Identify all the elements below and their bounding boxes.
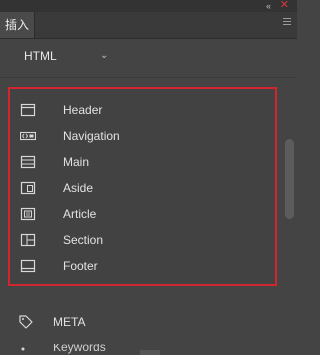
article-icon [20,207,36,221]
insert-item-navigation[interactable]: Navigation [20,123,270,149]
aside-icon [20,181,36,195]
insert-item-label: Header [63,103,103,117]
header-icon [20,103,36,117]
footer-icon [20,259,36,273]
chevron-down-icon: ⌄ [100,50,109,61]
insert-item-main[interactable]: Main [20,149,270,175]
insert-item-keywords[interactable]: Keywords [18,344,218,355]
insert-item-article[interactable]: Article [20,201,270,227]
insert-item-label: Section [63,233,104,247]
insert-item-label: Footer [63,259,98,273]
panel-menu-icon[interactable] [283,18,291,26]
insert-item-label: Article [63,207,97,221]
insert-item-label: Keywords [53,344,106,354]
insert-item-footer[interactable]: Footer [20,253,270,279]
collapse-panel-icon[interactable]: « [266,0,271,12]
keywords-icon [21,347,25,351]
insert-item-label: META [53,315,86,329]
tab-insert[interactable]: 插入 [0,12,35,38]
structure-elements-group: Header Navigation Main Aside Article Sec… [8,87,277,286]
insert-item-meta[interactable]: META [18,310,218,334]
section-icon [20,233,36,247]
insert-item-aside[interactable]: Aside [20,175,270,201]
panel-titlebar: « ✕ [0,0,297,12]
resize-grip[interactable] [140,350,160,355]
insert-item-label: Aside [63,181,94,195]
main-icon [20,155,36,169]
insert-item-label: Main [63,155,90,169]
tab-insert-label: 插入 [4,18,29,32]
divider [0,77,297,78]
category-dropdown[interactable]: HTML ⌄ [16,46,116,66]
insert-item-label: Navigation [63,129,120,143]
insert-item-header[interactable]: Header [20,97,270,123]
tag-icon [19,315,33,329]
category-dropdown-value: HTML [24,49,57,63]
navigation-icon [20,131,36,141]
scrollbar-thumb[interactable] [285,139,294,219]
insert-item-section[interactable]: Section [20,227,270,253]
panel-tab-row: 插入 [0,12,297,39]
close-panel-icon[interactable]: ✕ [280,0,289,11]
